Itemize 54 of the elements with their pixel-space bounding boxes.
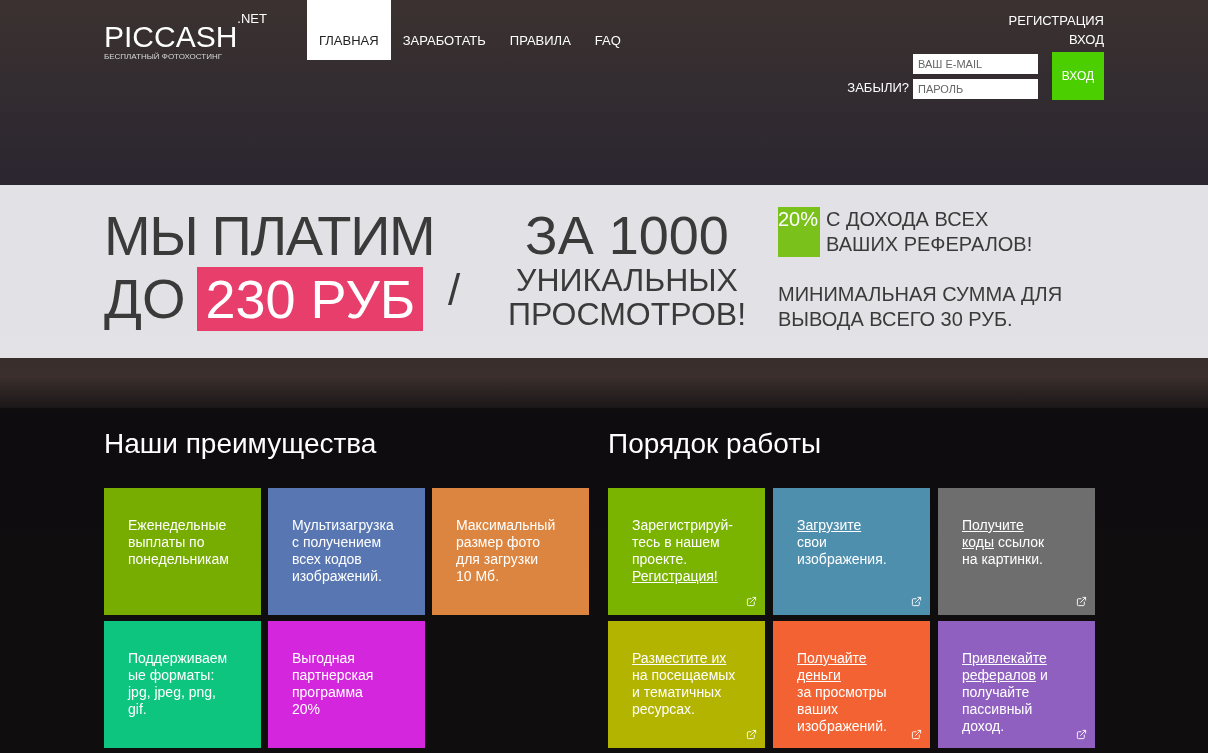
percent-badge: 20% (778, 207, 821, 257)
banner-subheading: ПРОСМОТРОВ! (507, 297, 747, 331)
feature-tile[interactable]: Загрузите свои изображения. (773, 488, 930, 615)
feature-tile[interactable]: Зарегистрируй- тесь в нашем проекте. Регистрация! (608, 488, 765, 615)
banner-heading: МЫ ПЛАТИМ (104, 207, 436, 265)
tile-text: Получите коды ссылок на картинки. (962, 517, 1045, 568)
logo-domain: .NET (237, 12, 267, 25)
slash-divider: / (448, 264, 462, 316)
tile-text: Еженедельные выплаты по понедельникам (128, 517, 229, 568)
external-link-icon (911, 729, 922, 740)
tile-link[interactable]: Загрузите (797, 517, 862, 533)
logo-text: PICCASH (104, 22, 238, 52)
banner-heading: ДО (104, 270, 186, 328)
tile-text: Получайте деньги за просмотры ваших изображений. (797, 650, 887, 735)
tile-link[interactable]: Регистрация! (632, 568, 718, 584)
external-link-icon (746, 729, 757, 740)
referral-text: С ДОХОДА ВСЕХ ВАШИХ РЕФЕРАЛОВ! (826, 207, 1034, 257)
nav-tab[interactable]: ГЛАВНАЯ (307, 0, 391, 60)
forgot-link[interactable]: ЗАБЫЛИ? (847, 78, 909, 98)
tile-text: Разместите их на посещаемых и тематичных ресурсах. (632, 650, 736, 718)
tile-link[interactable]: рефералов (962, 667, 1036, 683)
section-title: Наши преимущества (104, 427, 378, 461)
external-link-icon (911, 596, 922, 607)
nav-tab[interactable]: ЗАРАБОТАТЬ (390, 0, 498, 60)
password-field[interactable]: ПАРОЛЬ (913, 78, 1038, 99)
tile-text: Поддерживаем ые форматы: jpg, jpeg, png, gif. (128, 650, 228, 718)
amount-badge: 230 РУБ (197, 267, 424, 331)
tile-text: Зарегистрируй- тесь в нашем проекте. Регистрация! (632, 517, 733, 585)
tile-text: Загрузите свои изображения. (797, 517, 887, 568)
tile-link[interactable]: Получайте (797, 650, 867, 666)
tile-text: Максимальный размер фото для загрузки 10 Мб. (456, 517, 556, 585)
tile-link[interactable]: деньги (797, 667, 841, 683)
nav-tab[interactable]: FAQ (582, 0, 633, 60)
tile-text: Привлекайте рефералов и получайте пассивный доход. (962, 650, 1048, 735)
feature-tile[interactable]: Получите коды ссылок на картинки. (938, 488, 1095, 615)
tile-text: Выгодная партнерская программа 20% (292, 650, 374, 718)
tile-link[interactable]: Привлекайте (962, 650, 1047, 666)
banner-heading: ЗА 1000 (525, 207, 729, 263)
banner-subheading: УНИКАЛЬНЫХ (516, 263, 738, 297)
tile-text: Мультизагрузка с получением всех кодов изображений. (292, 517, 394, 585)
external-link-icon (1076, 596, 1087, 607)
tile-link[interactable]: Получите (962, 517, 1024, 533)
feature-tile[interactable]: Получайте деньги за просмотры ваших изображений. (773, 621, 930, 748)
minimum-payout-text: МИНИМАЛЬНАЯ СУММА ДЛЯ ВЫВОДА ВСЕГО 30 РУБ. (778, 282, 1064, 332)
tile-link[interactable]: коды (962, 534, 994, 550)
nav-tab[interactable]: ПРАВИЛА (497, 0, 583, 60)
feature-tile[interactable]: Привлекайте рефералов и получайте пассивный доход. (938, 621, 1095, 748)
external-link-icon (1076, 729, 1087, 740)
account-link[interactable]: ВХОД (1069, 30, 1104, 49)
logo-tagline: БЕСПЛАТНЫЙ ФОТОХОСТИНГ (104, 52, 224, 62)
section-title: Порядок работы (608, 427, 823, 461)
external-link-icon (746, 596, 757, 607)
email-field[interactable]: ВАШ E-MAIL (913, 53, 1038, 74)
account-link[interactable]: РЕГИСТРАЦИЯ (1008, 11, 1104, 30)
